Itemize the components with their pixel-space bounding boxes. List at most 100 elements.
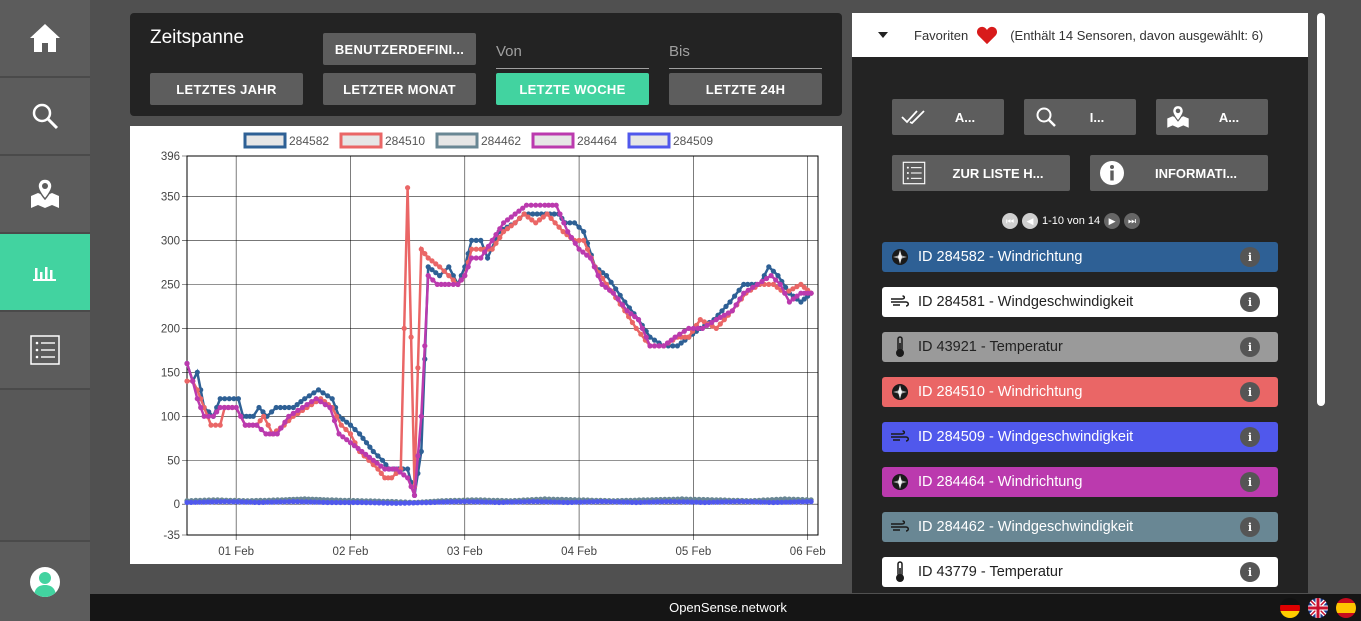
flag-uk-icon[interactable] xyxy=(1308,598,1328,618)
info-icon[interactable]: i xyxy=(1240,562,1260,582)
info-icon[interactable]: i xyxy=(1240,292,1260,312)
flag-de-icon[interactable] xyxy=(1280,598,1300,618)
last-week-button[interactable]: LETZTE WOCHE xyxy=(496,73,649,105)
data-point xyxy=(485,255,491,261)
data-point xyxy=(686,325,692,331)
legend-swatch-284510 xyxy=(339,132,383,149)
info-icon[interactable]: i xyxy=(1240,472,1260,492)
flag-es-icon[interactable] xyxy=(1336,598,1356,618)
data-point xyxy=(446,281,452,287)
sensor-item[interactable]: ID 43779 - Temperatur i xyxy=(882,557,1278,587)
favorites-header[interactable]: Favoriten (Enthält 14 Sensoren, davon au… xyxy=(852,13,1308,57)
info-icon[interactable]: i xyxy=(1240,382,1260,402)
data-point xyxy=(709,319,715,326)
nav-map[interactable] xyxy=(0,156,90,234)
y-tick-label: -35 xyxy=(163,530,180,542)
data-point xyxy=(184,378,190,384)
sensor-item[interactable]: ID 284462 - Windgeschwindigkeit i xyxy=(882,512,1278,542)
nav-list[interactable] xyxy=(0,312,90,390)
info-icon[interactable]: i xyxy=(1240,337,1260,357)
from-date-field[interactable]: Von xyxy=(496,33,649,69)
data-point xyxy=(304,402,310,408)
data-point xyxy=(469,237,475,243)
sensor-item[interactable]: ID 284581 - Windgeschwindigkeit i xyxy=(882,287,1278,317)
legend-label: 284464 xyxy=(577,134,617,148)
to-date-field[interactable]: Bis xyxy=(669,33,822,69)
sensor-label: ID 284510 - Windrichtung xyxy=(918,384,1083,400)
data-point xyxy=(775,273,781,279)
data-point xyxy=(717,321,723,327)
data-point xyxy=(425,273,431,279)
avatar xyxy=(30,566,60,597)
info-icon[interactable]: i xyxy=(1240,247,1260,267)
data-point xyxy=(405,466,411,472)
data-point xyxy=(357,431,363,437)
inspect-button[interactable]: I... xyxy=(1024,99,1136,135)
data-point xyxy=(458,277,464,283)
last-year-button[interactable]: LETZTES JAHR xyxy=(150,73,303,105)
data-point xyxy=(233,404,239,411)
to-list-label: ZUR LISTE H... xyxy=(952,165,1044,181)
data-point xyxy=(572,240,578,246)
plot-frame xyxy=(186,155,819,536)
legend-label: 284582 xyxy=(289,134,329,148)
to-list-button[interactable]: ZUR LISTE H... xyxy=(892,155,1070,191)
data-point xyxy=(405,475,411,481)
data-point xyxy=(418,413,424,419)
data-point xyxy=(217,396,223,402)
x-tick-label: 06 Feb xyxy=(790,546,826,558)
last-month-button[interactable]: LETZTER MONAT xyxy=(323,73,476,105)
map-view-button[interactable]: A... xyxy=(1156,99,1268,135)
scrollbar[interactable] xyxy=(1317,13,1325,406)
info-icon[interactable]: i xyxy=(1240,427,1260,447)
data-point xyxy=(190,378,196,384)
data-point xyxy=(446,264,452,270)
data-point xyxy=(729,308,735,314)
data-point xyxy=(733,302,739,308)
data-point xyxy=(415,453,421,459)
data-point xyxy=(615,296,621,302)
caret-down-icon[interactable] xyxy=(878,32,888,38)
data-point xyxy=(651,337,658,343)
data-point xyxy=(639,325,645,331)
sensor-item[interactable]: ID 43921 - Temperatur i xyxy=(882,332,1278,362)
information-button[interactable]: INFORMATI... xyxy=(1090,155,1268,191)
next-page-icon[interactable]: ▶ xyxy=(1104,213,1121,229)
prev-page-icon[interactable]: ◀ xyxy=(1022,213,1038,229)
last-page-icon[interactable]: ⏭ xyxy=(1124,213,1141,229)
last-24h-button[interactable]: LETZTE 24H xyxy=(669,73,822,105)
data-point xyxy=(295,407,301,413)
nav-home[interactable] xyxy=(0,0,90,78)
nav-chart[interactable] xyxy=(0,234,90,312)
nav-search[interactable] xyxy=(0,78,90,156)
select-all-button[interactable]: A... xyxy=(892,99,1004,135)
data-point xyxy=(269,409,275,415)
first-page-icon[interactable]: ⏮ xyxy=(1002,213,1018,229)
data-point xyxy=(677,331,683,337)
sensor-label: ID 284582 - Windrichtung xyxy=(918,249,1083,265)
data-point xyxy=(422,343,428,349)
data-point xyxy=(633,325,639,331)
data-point xyxy=(610,290,616,296)
data-point xyxy=(528,202,534,208)
data-point xyxy=(686,334,692,340)
sensor-item[interactable]: ID 284509 - Windgeschwindigkeit i xyxy=(882,422,1278,452)
sensor-item[interactable]: ID 284510 - Windrichtung i xyxy=(882,377,1278,407)
footer: OpenSense.network xyxy=(90,594,1361,621)
sensor-item[interactable]: ID 284464 - Windrichtung i xyxy=(882,467,1278,497)
data-point xyxy=(265,422,271,428)
bar-chart-icon xyxy=(33,267,56,281)
info-icon[interactable]: i xyxy=(1240,517,1260,537)
data-point xyxy=(375,453,381,459)
sensor-item[interactable]: ID 284582 - Windrichtung i xyxy=(882,242,1278,272)
custom-range-button[interactable]: BENUTZERDEFINI... xyxy=(323,33,476,65)
data-point xyxy=(389,475,395,481)
y-tick-label: 350 xyxy=(161,191,180,203)
data-point xyxy=(473,246,479,252)
series-points-284464 xyxy=(184,202,814,498)
data-point xyxy=(699,325,706,331)
y-tick-label: 200 xyxy=(161,323,180,335)
nav-user-profile[interactable] xyxy=(0,540,90,621)
data-point xyxy=(766,281,772,287)
data-point xyxy=(727,299,733,305)
